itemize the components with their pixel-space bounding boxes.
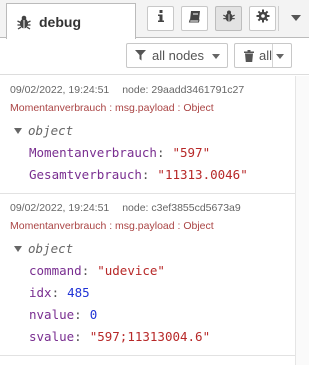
book-icon [188,9,202,28]
object-property: Gesamtverbrauch: "11313.0046" [29,166,248,182]
property-value: "597" [172,144,211,160]
property-value: "udevice" [97,262,165,278]
filter-icon [135,50,146,61]
property-value: "597;11313004.6" [89,328,211,344]
chevron-down-icon [276,54,284,59]
message-node-link[interactable]: node: 29aadd3461791c27 [122,84,244,96]
gear-icon [256,9,270,28]
toolbar-divider [278,6,279,31]
info-button[interactable] [147,6,174,31]
debug-message: 09/02/2022, 19:24:51 node: c3ef3855cd567… [0,194,295,356]
object-property: nvalue: 0 [29,306,98,322]
bug-icon [16,14,32,30]
select-divider [272,44,273,67]
caret-down-icon [14,245,22,252]
message-meta: 09/02/2022, 19:24:51 node: c3ef3855cd567… [0,194,295,214]
property-key: nvalue [29,306,75,322]
node-filter-label: all nodes [152,48,205,63]
tab-debug-label: debug [39,13,81,30]
object-property: svalue: "597;11313004.6" [29,328,211,344]
property-key: command [29,262,82,278]
property-key: Gesamtverbrauch [29,166,142,182]
property-key: idx [29,284,52,300]
object-type-label: object [28,241,74,256]
property-value: 0 [89,306,98,322]
caret-down-icon [14,127,22,134]
debug-filter-toolbar: all nodes all [0,39,309,75]
clear-messages-button[interactable]: all [234,43,292,68]
debug-button[interactable] [215,6,242,31]
debug-message: 09/02/2022, 19:24:51 node: 29aadd3461791… [0,76,295,194]
object-property: Momentanverbrauch: "597" [29,144,211,160]
message-timestamp: 09/02/2022, 19:24:51 [10,84,110,96]
trash-icon [244,49,254,62]
property-value: "11313.0046" [157,166,248,182]
object-property: idx: 485 [29,284,90,300]
chevron-down-icon [212,54,220,59]
message-node-link[interactable]: node: c3ef3855cd5673a9 [122,202,241,214]
payload-object: object Momentanverbrauch: "597" Gesamtve… [0,114,295,193]
message-timestamp: 09/02/2022, 19:24:51 [10,202,110,214]
object-property: command: "udevice" [29,262,165,278]
message-topic: Momentanverbrauch : msg.payload : Object [10,102,214,114]
bug-icon [222,9,236,28]
property-key: Momentanverbrauch [29,144,157,160]
config-button[interactable] [249,6,276,31]
tab-debug[interactable]: debug [6,3,136,39]
help-button[interactable] [181,6,208,31]
message-meta: 09/02/2022, 19:24:51 node: 29aadd3461791… [0,76,295,96]
sidebar-tab-bar: debug [0,0,309,39]
info-icon [155,9,167,28]
property-key: svalue [29,328,75,344]
object-type-label: object [28,123,74,138]
clear-messages-label: all [259,48,273,63]
chevron-down-icon[interactable] [291,15,301,21]
debug-message-list[interactable]: 09/02/2022, 19:24:51 node: 29aadd3461791… [0,76,295,365]
message-topic: Momentanverbrauch : msg.payload : Object [10,220,214,232]
payload-object: object command: "udevice" idx: 485 nvalu… [0,232,295,355]
scrollbar[interactable] [295,76,309,365]
property-value: 485 [67,284,90,300]
object-toggle[interactable]: object [0,238,295,259]
object-toggle[interactable]: object [0,120,295,141]
node-filter-select[interactable]: all nodes [126,43,228,68]
